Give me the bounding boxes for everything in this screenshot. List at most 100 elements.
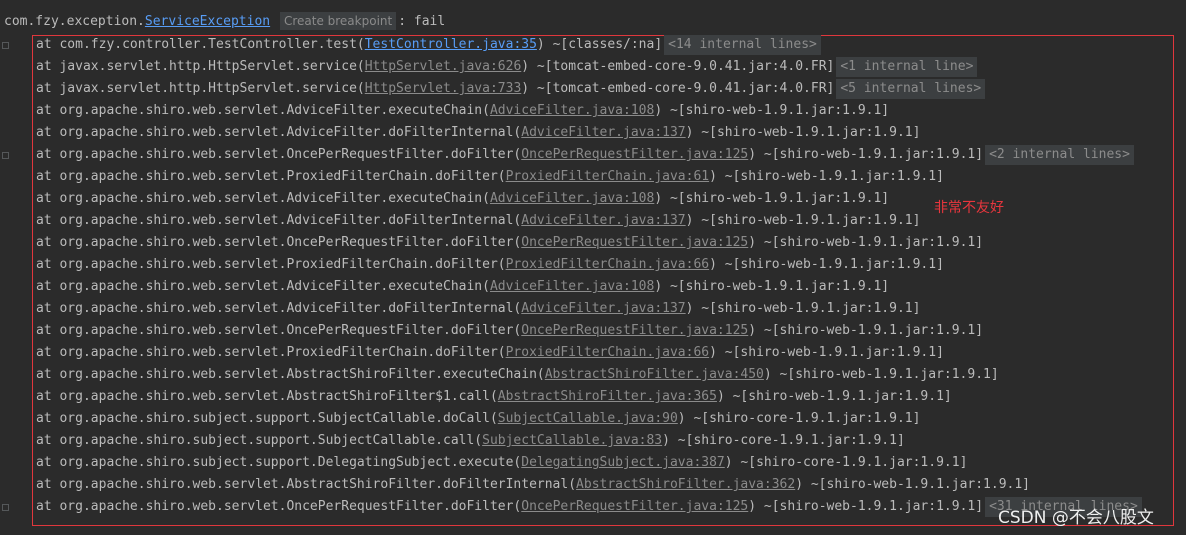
frame-jar-info: ) ~[shiro-core-1.9.1.jar:1.9.1]	[677, 411, 921, 426]
frame-jar-info: ) ~[shiro-web-1.9.1.jar:1.9.1]	[748, 499, 984, 514]
stack-frame-line: at com.fzy.controller.TestController.tes…	[36, 34, 1142, 56]
frame-jar-info: ) ~[shiro-web-1.9.1.jar:1.9.1]	[795, 477, 1031, 492]
source-link[interactable]: OncePerRequestFilter.java:125	[521, 499, 748, 514]
stack-frame-line: at org.apache.shiro.web.servlet.ProxiedF…	[36, 342, 1142, 364]
frame-method: at org.apache.shiro.web.servlet.OncePerR…	[36, 235, 522, 250]
frame-jar-info: ) ~[shiro-web-1.9.1.jar:1.9.1]	[654, 279, 890, 294]
internal-lines-toggle[interactable]: <5 internal lines>	[836, 79, 986, 99]
source-link[interactable]: TestController.java:35	[365, 37, 537, 52]
stack-frame-line: at org.apache.shiro.web.servlet.Abstract…	[36, 386, 1142, 408]
source-link[interactable]: SubjectCallable.java:90	[498, 411, 678, 426]
frame-method: at org.apache.shiro.web.servlet.AdviceFi…	[36, 279, 490, 294]
frame-jar-info: ) ~[shiro-web-1.9.1.jar:1.9.1]	[654, 191, 890, 206]
exception-message: : fail	[398, 14, 446, 29]
frame-method: at com.fzy.controller.TestController.tes…	[36, 37, 365, 52]
frame-jar-info: ) ~[shiro-web-1.9.1.jar:1.9.1]	[685, 213, 921, 228]
frame-jar-info: ) ~[shiro-core-1.9.1.jar:1.9.1]	[662, 433, 905, 448]
source-link[interactable]: AdviceFilter.java:137	[521, 301, 685, 316]
frame-jar-info: ) ~[shiro-core-1.9.1.jar:1.9.1]	[724, 455, 968, 470]
source-link[interactable]: ProxiedFilterChain.java:66	[506, 345, 710, 360]
stack-frame-line: at org.apache.shiro.web.servlet.OncePerR…	[36, 320, 1142, 342]
internal-lines-toggle[interactable]: <2 internal lines>	[985, 145, 1134, 165]
stack-frame-line: at org.apache.shiro.web.servlet.AdviceFi…	[36, 100, 1142, 122]
annotation-text: 非常不友好	[934, 200, 1004, 216]
source-link[interactable]: OncePerRequestFilter.java:125	[521, 147, 748, 162]
fold-marker-icon[interactable]	[2, 152, 9, 159]
source-link[interactable]: AdviceFilter.java:108	[490, 279, 654, 294]
frame-jar-info: ) ~[shiro-web-1.9.1.jar:1.9.1]	[748, 323, 984, 338]
fold-marker-icon[interactable]	[2, 42, 9, 49]
frame-method: at org.apache.shiro.web.servlet.AdviceFi…	[36, 103, 490, 118]
source-link[interactable]: AbstractShiroFilter.java:450	[545, 367, 764, 382]
stack-trace: at com.fzy.controller.TestController.tes…	[36, 34, 1142, 518]
fold-marker-icon[interactable]	[2, 504, 9, 511]
frame-method: at org.apache.shiro.web.servlet.AdviceFi…	[36, 301, 522, 316]
create-breakpoint-button[interactable]: Create breakpoint	[279, 12, 397, 30]
frame-jar-info: ) ~[shiro-web-1.9.1.jar:1.9.1]	[709, 345, 944, 360]
stack-frame-line: at org.apache.shiro.subject.support.Dele…	[36, 452, 1142, 474]
frame-method: at org.apache.shiro.web.servlet.AdviceFi…	[36, 125, 522, 140]
internal-lines-toggle[interactable]: <14 internal lines>	[664, 35, 821, 55]
source-link[interactable]: SubjectCallable.java:83	[482, 433, 662, 448]
stack-frame-line: at org.apache.shiro.web.servlet.OncePerR…	[36, 496, 1142, 518]
frame-jar-info: ) ~[tomcat-embed-core-9.0.41.jar:4.0.FR]	[521, 59, 835, 74]
stack-frame-line: at org.apache.shiro.subject.support.Subj…	[36, 430, 1142, 452]
frame-method: at org.apache.shiro.subject.support.Subj…	[36, 433, 483, 448]
source-link[interactable]: HttpServlet.java:626	[365, 59, 522, 74]
exception-package: com.fzy.exception.	[4, 14, 145, 29]
stack-frame-line: at javax.servlet.http.HttpServlet.servic…	[36, 56, 1142, 78]
frame-jar-info: ) ~[shiro-web-1.9.1.jar:1.9.1]	[654, 103, 890, 118]
frame-jar-info: ) ~[shiro-web-1.9.1.jar:1.9.1]	[748, 235, 984, 250]
internal-lines-toggle[interactable]: <1 internal line>	[836, 57, 978, 77]
exception-header: com.fzy.exception.ServiceException Creat…	[4, 12, 445, 32]
frame-jar-info: ) ~[shiro-web-1.9.1.jar:1.9.1]	[716, 389, 952, 404]
source-link[interactable]: AdviceFilter.java:108	[490, 191, 654, 206]
frame-jar-info: ) ~[shiro-web-1.9.1.jar:1.9.1]	[763, 367, 999, 382]
stack-frame-line: at javax.servlet.http.HttpServlet.servic…	[36, 78, 1142, 100]
source-link[interactable]: AbstractShiroFilter.java:365	[498, 389, 717, 404]
stack-frame-line: at org.apache.shiro.web.servlet.OncePerR…	[36, 232, 1142, 254]
frame-jar-info: ) ~[shiro-web-1.9.1.jar:1.9.1]	[685, 301, 921, 316]
stack-frame-line: at org.apache.shiro.web.servlet.AdviceFi…	[36, 276, 1142, 298]
frame-method: at org.apache.shiro.web.servlet.OncePerR…	[36, 499, 522, 514]
frame-method: at org.apache.shiro.web.servlet.AdviceFi…	[36, 191, 490, 206]
source-link[interactable]: AdviceFilter.java:108	[490, 103, 654, 118]
frame-method: at org.apache.shiro.web.servlet.ProxiedF…	[36, 345, 506, 360]
source-link[interactable]: AdviceFilter.java:137	[521, 213, 685, 228]
frame-method: at org.apache.shiro.web.servlet.OncePerR…	[36, 147, 522, 162]
stack-frame-line: at org.apache.shiro.web.servlet.AdviceFi…	[36, 122, 1142, 144]
source-link[interactable]: HttpServlet.java:733	[365, 81, 522, 96]
frame-method: at javax.servlet.http.HttpServlet.servic…	[36, 59, 365, 74]
source-link[interactable]: ProxiedFilterChain.java:61	[506, 169, 710, 184]
frame-jar-info: ) ~[shiro-web-1.9.1.jar:1.9.1]	[685, 125, 921, 140]
exception-class-link[interactable]: ServiceException	[145, 14, 270, 29]
frame-jar-info: ) ~[shiro-web-1.9.1.jar:1.9.1]	[748, 147, 984, 162]
frame-method: at org.apache.shiro.web.servlet.Abstract…	[36, 477, 577, 492]
frame-method: at org.apache.shiro.web.servlet.ProxiedF…	[36, 257, 506, 272]
stack-frame-line: at org.apache.shiro.web.servlet.AdviceFi…	[36, 298, 1142, 320]
frame-jar-info: ) ~[tomcat-embed-core-9.0.41.jar:4.0.FR]	[521, 81, 835, 96]
source-link[interactable]: OncePerRequestFilter.java:125	[521, 323, 748, 338]
stack-frame-line: at org.apache.shiro.subject.support.Subj…	[36, 408, 1142, 430]
stack-frame-line: at org.apache.shiro.web.servlet.Abstract…	[36, 474, 1142, 496]
editor-gutter	[0, 0, 14, 535]
source-link[interactable]: AbstractShiroFilter.java:362	[576, 477, 795, 492]
frame-method: at javax.servlet.http.HttpServlet.servic…	[36, 81, 365, 96]
frame-method: at org.apache.shiro.subject.support.Dele…	[36, 455, 522, 470]
frame-method: at org.apache.shiro.web.servlet.AdviceFi…	[36, 213, 522, 228]
source-link[interactable]: ProxiedFilterChain.java:66	[506, 257, 710, 272]
source-link[interactable]: DelegatingSubject.java:387	[521, 455, 725, 470]
stack-frame-line: at org.apache.shiro.web.servlet.ProxiedF…	[36, 166, 1142, 188]
stack-frame-line: at org.apache.shiro.web.servlet.OncePerR…	[36, 144, 1142, 166]
frame-jar-info: ) ~[shiro-web-1.9.1.jar:1.9.1]	[709, 169, 944, 184]
frame-method: at org.apache.shiro.subject.support.Subj…	[36, 411, 498, 426]
frame-method: at org.apache.shiro.web.servlet.Abstract…	[36, 389, 498, 404]
frame-method: at org.apache.shiro.web.servlet.ProxiedF…	[36, 169, 506, 184]
stack-frame-line: at org.apache.shiro.web.servlet.Abstract…	[36, 364, 1142, 386]
frame-method: at org.apache.shiro.web.servlet.Abstract…	[36, 367, 545, 382]
frame-jar-info: ) ~[shiro-web-1.9.1.jar:1.9.1]	[709, 257, 944, 272]
frame-method: at org.apache.shiro.web.servlet.OncePerR…	[36, 323, 522, 338]
source-link[interactable]: OncePerRequestFilter.java:125	[521, 235, 748, 250]
stack-frame-line: at org.apache.shiro.web.servlet.ProxiedF…	[36, 254, 1142, 276]
source-link[interactable]: AdviceFilter.java:137	[521, 125, 685, 140]
